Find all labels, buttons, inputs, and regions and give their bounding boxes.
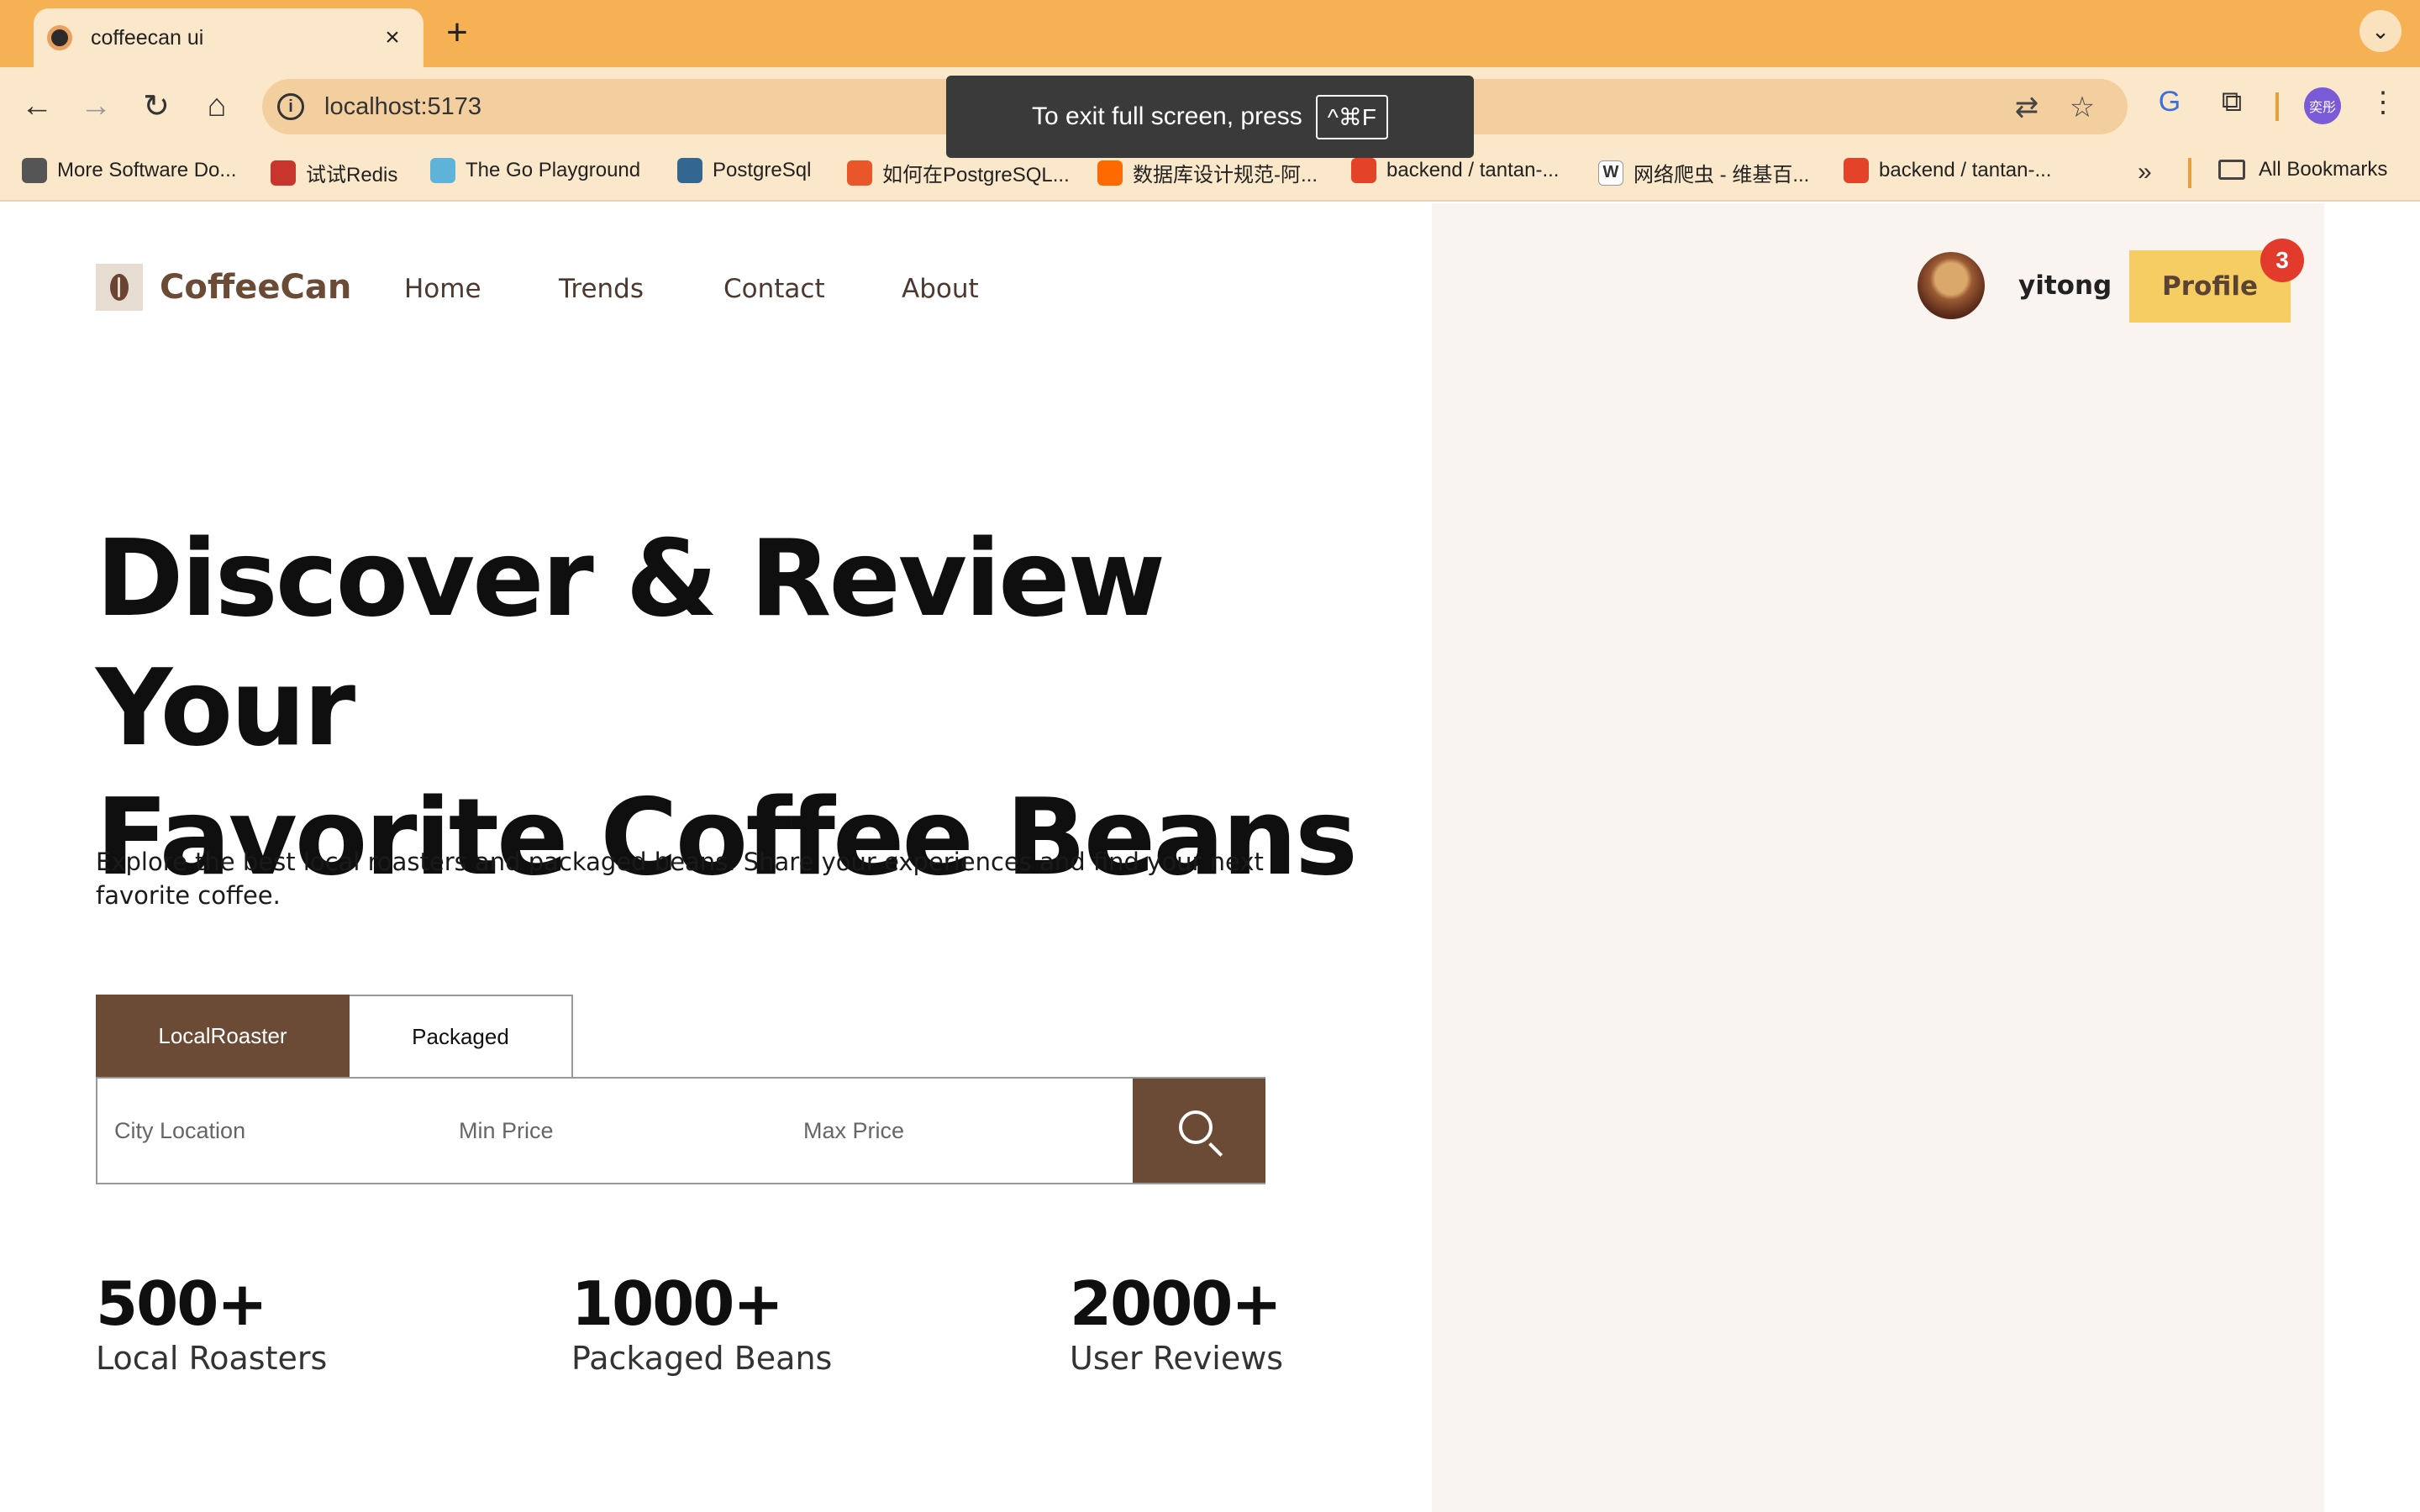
bookmark-item[interactable]: W 网络爬虫 - 维基百... xyxy=(1598,158,1809,187)
brand-logo[interactable]: CoffeeCan xyxy=(96,264,351,311)
hero-title: Discover & Review Your Favorite Coffee B… xyxy=(96,514,1407,902)
bookmark-label: The Go Playground xyxy=(466,159,641,181)
browser-tabstrip: coffeecan ui × + ⌄ xyxy=(0,0,2420,67)
tab-search-chevron-icon[interactable]: ⌄ xyxy=(2360,10,2402,52)
gopher-icon xyxy=(430,158,455,183)
search-type-tabs: LocalRoaster Packaged xyxy=(96,995,573,1077)
stat-local-roasters: 500+ Local Roasters xyxy=(96,1270,327,1379)
gitlab-icon xyxy=(1351,158,1376,183)
all-bookmarks-button[interactable]: All Bookmarks xyxy=(2218,158,2387,181)
browser-tab[interactable]: coffeecan ui × xyxy=(34,8,424,67)
stat-packaged-beans: 1000+ Packaged Beans xyxy=(571,1270,832,1379)
bookmark-label: More Software Do... xyxy=(57,159,237,181)
nav-home[interactable]: Home xyxy=(404,274,481,304)
bookmark-label: 网络爬虫 - 维基百... xyxy=(1634,164,1810,186)
browser-profile-avatar[interactable]: 奕彤 xyxy=(2304,87,2341,124)
notification-badge: 3 xyxy=(2260,239,2304,282)
stat-user-reviews: 2000+ User Reviews xyxy=(1070,1270,1283,1379)
site-info-icon[interactable]: i xyxy=(277,93,304,120)
tab-packaged[interactable]: Packaged xyxy=(350,995,573,1077)
page-content: CoffeeCan Home Trends Contact About yito… xyxy=(0,203,2420,1512)
username: yitong xyxy=(2018,270,2112,301)
reload-icon[interactable]: ↻ xyxy=(134,84,178,128)
toolbar-divider xyxy=(2275,92,2279,121)
bookmark-item[interactable]: 如何在PostgreSQL... xyxy=(847,158,1070,187)
city-location-input[interactable] xyxy=(97,1079,434,1183)
aliyun-icon xyxy=(1097,160,1123,186)
search-icon xyxy=(1179,1110,1213,1144)
stat-label: Local Roasters xyxy=(96,1340,328,1377)
stat-value: 2000+ xyxy=(1070,1268,1282,1339)
bookmark-label: PostgreSql xyxy=(713,159,812,181)
bookmark-star-icon[interactable]: ☆ xyxy=(2065,91,2099,124)
bookmarks-overflow-chevron-icon[interactable]: » xyxy=(2138,158,2152,186)
tab-title: coffeecan ui xyxy=(91,25,204,50)
search-button[interactable] xyxy=(1133,1079,1265,1183)
back-arrow-icon[interactable]: ← xyxy=(15,84,59,128)
hero-title-line: Discover & Review Your xyxy=(96,517,1165,769)
folder-icon xyxy=(2218,160,2245,180)
redis-icon xyxy=(271,160,296,186)
min-price-input[interactable] xyxy=(442,1079,778,1183)
coffee-favicon-icon xyxy=(47,25,72,50)
flame-icon xyxy=(847,160,872,186)
gitlab-icon xyxy=(1844,158,1869,183)
apple-icon xyxy=(22,158,47,183)
close-tab-icon[interactable]: × xyxy=(378,24,407,52)
url-text[interactable]: localhost:5173 xyxy=(324,93,481,121)
bookmark-item[interactable]: PostgreSql xyxy=(677,158,811,183)
bookmark-item[interactable]: backend / tantan-... xyxy=(1351,158,1559,183)
tab-local-roaster[interactable]: LocalRoaster xyxy=(96,995,350,1077)
bookmark-item[interactable]: The Go Playground xyxy=(430,158,640,183)
nav-trends[interactable]: Trends xyxy=(559,274,644,304)
forward-arrow-icon[interactable]: → xyxy=(74,84,118,128)
bookmark-label: backend / tantan-... xyxy=(1879,159,2052,181)
nav-about[interactable]: About xyxy=(902,274,979,304)
avatar[interactable] xyxy=(1918,252,1985,319)
stat-label: User Reviews xyxy=(1070,1340,1284,1377)
user-menu[interactable]: yitong xyxy=(1918,252,2112,319)
new-tab-button[interactable]: + xyxy=(440,12,474,54)
hero-subtitle: Explore the best local roasters and pack… xyxy=(96,848,1264,910)
bookmark-item[interactable]: backend / tantan-... xyxy=(1844,158,2051,183)
bookmark-label: 如何在PostgreSQL... xyxy=(882,164,1070,186)
bookmarks-divider xyxy=(2188,158,2191,188)
search-form xyxy=(96,1077,1265,1184)
wikipedia-icon: W xyxy=(1598,160,1623,186)
bookmark-label: 试试Redis xyxy=(306,164,398,186)
coffee-bean-icon xyxy=(96,264,143,311)
bookmark-item[interactable]: 数据库设计规范-阿... xyxy=(1097,158,1318,187)
stat-value: 500+ xyxy=(96,1268,268,1339)
bookmark-item[interactable]: 试试Redis xyxy=(271,158,397,187)
google-translate-extension-icon[interactable]: G xyxy=(2149,86,2190,118)
home-icon[interactable]: ⌂ xyxy=(195,84,239,128)
fullscreen-toast-text: To exit full screen, press xyxy=(1031,102,1302,130)
extensions-puzzle-icon[interactable]: ⧉ xyxy=(2212,86,2252,118)
stat-value: 1000+ xyxy=(571,1268,784,1339)
hero-image-panel xyxy=(1432,203,2324,1512)
bookmark-label: 数据库设计规范-阿... xyxy=(1133,164,1318,186)
brand-name: CoffeeCan xyxy=(160,268,352,307)
fullscreen-exit-toast: To exit full screen, press ^⌘F xyxy=(946,76,1474,158)
bookmark-label: backend / tantan-... xyxy=(1386,159,1560,181)
elephant-icon xyxy=(677,158,702,183)
max-price-input[interactable] xyxy=(786,1079,1123,1183)
all-bookmarks-label: All Bookmarks xyxy=(2259,158,2388,181)
nav-contact[interactable]: Contact xyxy=(723,274,825,304)
translate-icon[interactable]: ⇄ xyxy=(2010,91,2044,124)
fullscreen-shortcut-key: ^⌘F xyxy=(1315,94,1389,139)
bookmark-item[interactable]: More Software Do... xyxy=(22,158,236,183)
stat-label: Packaged Beans xyxy=(571,1340,833,1377)
kebab-menu-icon[interactable]: ⋮ xyxy=(2363,86,2403,119)
